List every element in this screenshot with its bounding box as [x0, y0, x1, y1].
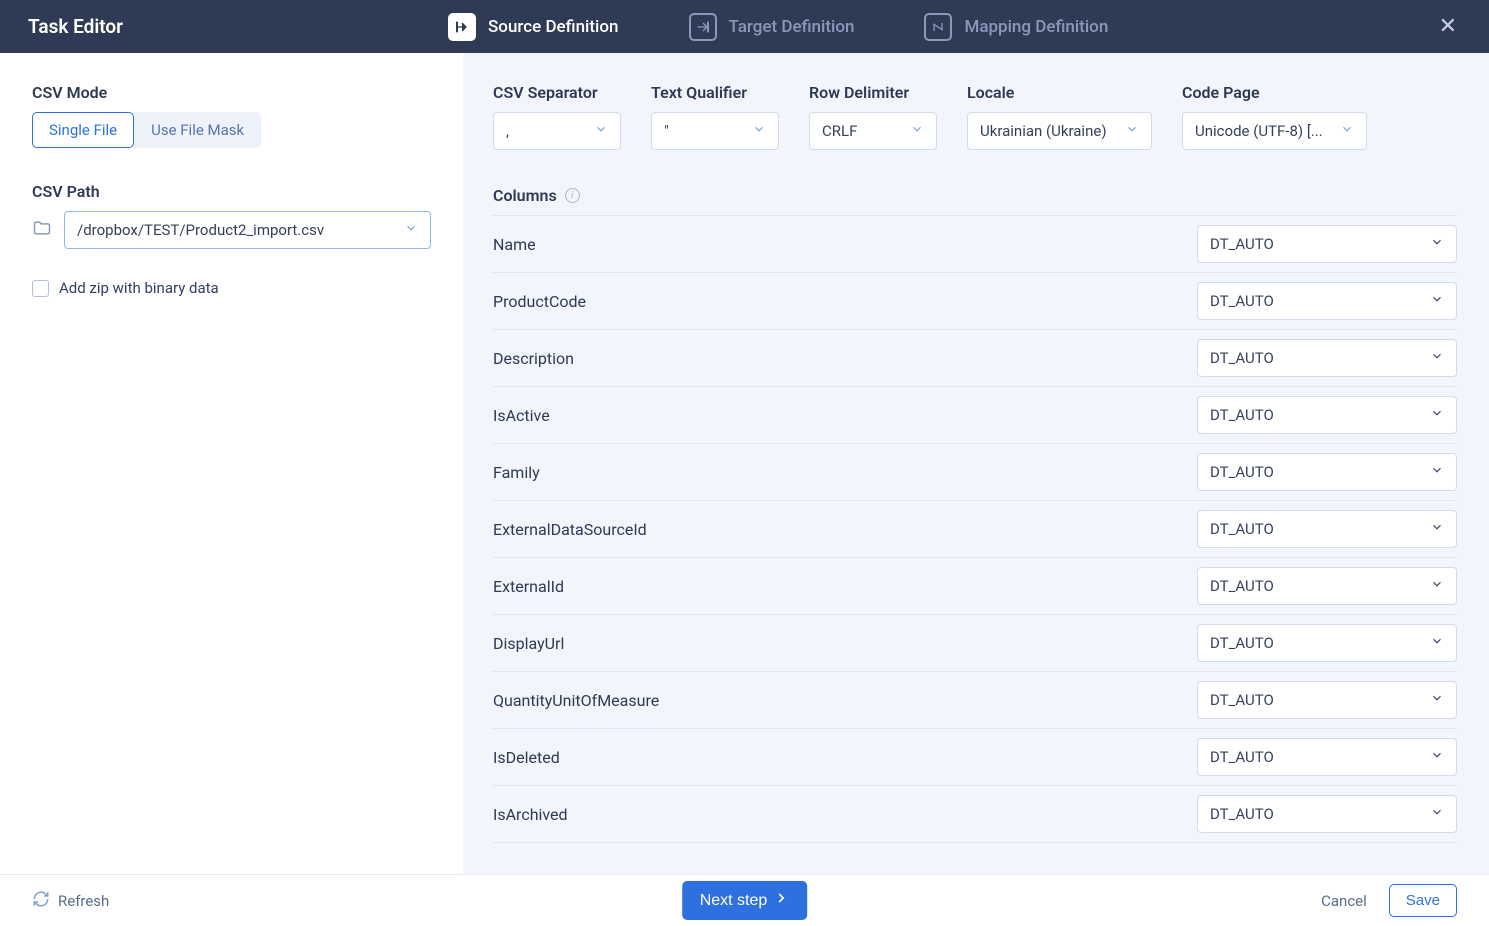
column-name: Description [493, 349, 574, 368]
csv-separator-select[interactable]: , [493, 112, 621, 150]
chevron-down-icon [1430, 805, 1444, 823]
chevron-down-icon [1430, 577, 1444, 595]
column-row: Family DT_AUTO [493, 444, 1457, 501]
column-type-select[interactable]: DT_AUTO [1197, 225, 1457, 263]
chevron-down-icon [1430, 406, 1444, 424]
column-name: IsArchived [493, 805, 568, 824]
column-type-select[interactable]: DT_AUTO [1197, 282, 1457, 320]
csv-path-select[interactable]: /dropbox/TEST/Product2_import.csv [64, 211, 431, 249]
tab-target-definition[interactable]: Target Definition [689, 13, 855, 41]
column-name: ExternalDataSourceId [493, 520, 647, 539]
chevron-down-icon [752, 122, 766, 140]
column-type-select[interactable]: DT_AUTO [1197, 567, 1457, 605]
columns-list: NameDT_AUTOProductCodeDT_AUTODescription… [493, 215, 1457, 843]
chevron-down-icon [404, 221, 418, 239]
column-type-select[interactable]: DT_AUTO [1197, 453, 1457, 491]
column-name: DisplayUrl [493, 634, 564, 653]
main-panel: CSV Separator , Text Qualifier " Row Del… [463, 53, 1489, 874]
add-zip-label: Add zip with binary data [59, 279, 219, 297]
close-icon[interactable]: ✕ [1435, 10, 1461, 43]
chevron-down-icon [1430, 349, 1444, 367]
column-row: Name DT_AUTO [493, 215, 1457, 273]
column-name: ExternalId [493, 577, 564, 596]
column-type-select[interactable]: DT_AUTO [1197, 339, 1457, 377]
cancel-button[interactable]: Cancel [1321, 892, 1367, 910]
code-page-label: Code Page [1182, 83, 1367, 102]
column-row: IsActive DT_AUTO [493, 387, 1457, 444]
locale-label: Locale [967, 83, 1152, 102]
column-row: QuantityUnitOfMeasure DT_AUTO [493, 672, 1457, 729]
sidebar: CSV Mode Single File Use File Mask CSV P… [0, 53, 463, 874]
text-qualifier-label: Text Qualifier [651, 83, 779, 102]
chevron-right-icon [773, 890, 789, 911]
column-type-select[interactable]: DT_AUTO [1197, 510, 1457, 548]
folder-icon [32, 218, 52, 242]
page-title: Task Editor [28, 15, 388, 38]
column-type-select[interactable]: DT_AUTO [1197, 624, 1457, 662]
csv-separator-label: CSV Separator [493, 83, 621, 102]
tab-label: Source Definition [488, 17, 619, 37]
target-icon [689, 13, 717, 41]
column-name: IsActive [493, 406, 550, 425]
csv-path-value: /dropbox/TEST/Product2_import.csv [77, 221, 324, 239]
tab-label: Mapping Definition [964, 17, 1108, 37]
checkbox-icon [32, 280, 49, 297]
tab-source-definition[interactable]: Source Definition [448, 13, 619, 41]
column-row: IsDeleted DT_AUTO [493, 729, 1457, 786]
footer: Refresh Next step Cancel Save [0, 874, 1489, 926]
column-name: IsDeleted [493, 748, 560, 767]
column-type-select[interactable]: DT_AUTO [1197, 396, 1457, 434]
use-file-mask-button[interactable]: Use File Mask [134, 112, 261, 148]
csv-mode-toggle: Single File Use File Mask [32, 112, 431, 148]
csv-path-label: CSV Path [32, 182, 431, 201]
column-type-select[interactable]: DT_AUTO [1197, 681, 1457, 719]
code-page-select[interactable]: Unicode (UTF-8) [... [1182, 112, 1367, 150]
header: Task Editor Source Definition Target Def… [0, 0, 1489, 53]
locale-select[interactable]: Ukrainian (Ukraine) [967, 112, 1152, 150]
column-row: ExternalDataSourceId DT_AUTO [493, 501, 1457, 558]
tab-mapping-definition[interactable]: Mapping Definition [924, 13, 1108, 41]
header-tabs: Source Definition Target Definition Mapp… [448, 13, 1435, 41]
info-icon[interactable]: i [565, 188, 580, 203]
mapping-icon [924, 13, 952, 41]
chevron-down-icon [594, 122, 608, 140]
column-row: ProductCode DT_AUTO [493, 273, 1457, 330]
add-zip-checkbox[interactable]: Add zip with binary data [32, 279, 431, 297]
next-step-button[interactable]: Next step [682, 881, 808, 920]
save-button[interactable]: Save [1389, 884, 1457, 917]
refresh-button[interactable]: Refresh [32, 890, 109, 912]
chevron-down-icon [1430, 634, 1444, 652]
chevron-down-icon [1340, 122, 1354, 140]
chevron-down-icon [1430, 463, 1444, 481]
refresh-icon [32, 890, 50, 912]
column-row: Description DT_AUTO [493, 330, 1457, 387]
column-name: ProductCode [493, 292, 586, 311]
column-name: Family [493, 463, 540, 482]
chevron-down-icon [1430, 748, 1444, 766]
row-delimiter-select[interactable]: CRLF [809, 112, 937, 150]
row-delimiter-label: Row Delimiter [809, 83, 937, 102]
chevron-down-icon [1430, 235, 1444, 253]
column-row: DisplayUrl DT_AUTO [493, 615, 1457, 672]
single-file-button[interactable]: Single File [32, 112, 134, 148]
column-type-select[interactable]: DT_AUTO [1197, 738, 1457, 776]
chevron-down-icon [1125, 122, 1139, 140]
chevron-down-icon [1430, 520, 1444, 538]
columns-label: Columns [493, 186, 557, 205]
chevron-down-icon [1430, 292, 1444, 310]
chevron-down-icon [910, 122, 924, 140]
column-type-select[interactable]: DT_AUTO [1197, 795, 1457, 833]
column-name: QuantityUnitOfMeasure [493, 691, 659, 710]
column-name: Name [493, 235, 536, 254]
csv-mode-label: CSV Mode [32, 83, 431, 102]
column-row: ExternalId DT_AUTO [493, 558, 1457, 615]
text-qualifier-select[interactable]: " [651, 112, 779, 150]
source-icon [448, 13, 476, 41]
column-row: IsArchived DT_AUTO [493, 786, 1457, 843]
chevron-down-icon [1430, 691, 1444, 709]
tab-label: Target Definition [729, 17, 855, 37]
